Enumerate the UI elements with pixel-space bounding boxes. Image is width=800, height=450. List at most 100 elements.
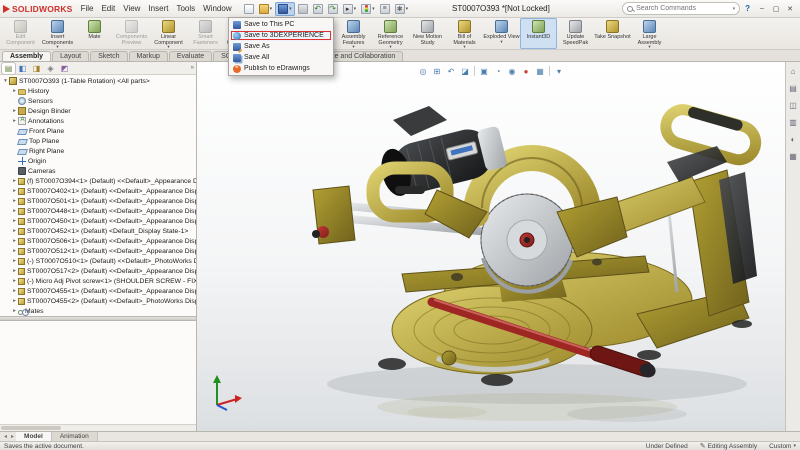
display-style-icon[interactable]: ◔ bbox=[492, 65, 504, 77]
tab-layout[interactable]: Layout bbox=[52, 51, 89, 61]
help-icon[interactable]: ? bbox=[743, 4, 752, 13]
menu-item-save-all[interactable]: Save All bbox=[230, 52, 332, 63]
ribbon-components-preview-window-button[interactable]: Components Preview Window bbox=[113, 18, 150, 49]
ribbon-edit-component-button[interactable]: Edit Component bbox=[2, 18, 39, 49]
tree-item[interactable]: Right Plane bbox=[0, 146, 196, 156]
tree-item[interactable]: ▾ST0007O393 (1-Table Rotation) <All part… bbox=[0, 76, 196, 86]
ribbon-bill-of-materials-button[interactable]: Bill of Materials▾ bbox=[446, 18, 483, 49]
rebuild-button[interactable]: ▾ bbox=[359, 3, 377, 15]
panel-tabs-overflow-icon[interactable]: » bbox=[191, 65, 194, 71]
display-manager-tab[interactable]: ◩ bbox=[58, 63, 71, 74]
appearances-scenes-icon[interactable]: ◐ bbox=[787, 133, 799, 145]
search-dropdown-arrow-icon[interactable]: ▾ bbox=[733, 6, 736, 12]
ribbon-assembly-features-button[interactable]: Assembly Features▾ bbox=[335, 18, 372, 49]
save-button[interactable]: ▾ bbox=[275, 2, 295, 16]
tree-expander-icon[interactable]: ▸ bbox=[11, 218, 18, 224]
tree-item[interactable]: Sensors bbox=[0, 96, 196, 106]
doc-tab-animation[interactable]: Animation bbox=[52, 432, 98, 441]
minimize-button[interactable]: – bbox=[755, 2, 769, 15]
model-miter-saw[interactable] bbox=[197, 62, 785, 431]
menu-tools[interactable]: Tools bbox=[172, 2, 199, 15]
tree-expander-icon[interactable]: ▸ bbox=[11, 238, 18, 244]
file-properties-button[interactable] bbox=[378, 3, 392, 15]
save-dropdown-arrow-icon[interactable]: ▾ bbox=[289, 6, 292, 12]
search-input[interactable] bbox=[636, 5, 732, 12]
view-orientation-icon[interactable]: ▣ bbox=[478, 65, 490, 77]
custom-properties-icon[interactable]: ▦ bbox=[787, 150, 799, 162]
ribbon-take-snapshot-button[interactable]: Take Snapshot bbox=[594, 18, 631, 49]
ribbon-new-motion-study-button[interactable]: New Motion Study bbox=[409, 18, 446, 49]
rebuild-dropdown-arrow-icon[interactable]: ▾ bbox=[372, 6, 375, 12]
print-button[interactable] bbox=[296, 3, 310, 15]
tree-item[interactable]: ▸Annotations bbox=[0, 116, 196, 126]
edit-appearance-icon[interactable]: ● bbox=[520, 65, 532, 77]
hide-show-items-icon[interactable]: ◉ bbox=[506, 65, 518, 77]
ribbon-linear-component-pattern-button[interactable]: Linear Component Pattern▾ bbox=[150, 18, 187, 49]
options-button[interactable]: ▾ bbox=[393, 3, 411, 15]
undo-button[interactable] bbox=[311, 3, 325, 15]
tree-expander-icon[interactable]: ▸ bbox=[11, 278, 18, 284]
tree-expander-icon[interactable]: ▸ bbox=[11, 228, 18, 234]
panel-horizontal-scrollbar[interactable] bbox=[0, 424, 196, 431]
tree-item[interactable]: ▸(-) Micro Adj Pivot screw<1> (SHOULDER … bbox=[0, 276, 196, 286]
menu-item-save-to-this-pc[interactable]: Save to This PC bbox=[230, 19, 332, 30]
command-search[interactable]: ▾ bbox=[622, 2, 740, 15]
tree-item[interactable]: ▸ST0007O506<1> (Default) <<Default>_Appe… bbox=[0, 236, 196, 246]
view-palette-icon[interactable]: ▥ bbox=[787, 116, 799, 128]
menu-window[interactable]: Window bbox=[199, 2, 235, 15]
open-dropdown-arrow-icon[interactable]: ▾ bbox=[270, 6, 273, 12]
solidworks-resources-icon[interactable]: ⌂ bbox=[787, 65, 799, 77]
tab-scroll-right-icon[interactable]: ▸ bbox=[9, 432, 16, 441]
tree-item[interactable]: ▸(f) ST0007O394<1> (Default) <<Default>_… bbox=[0, 176, 196, 186]
menu-insert[interactable]: Insert bbox=[144, 2, 172, 15]
tab-sketch[interactable]: Sketch bbox=[90, 51, 127, 61]
close-button[interactable]: ✕ bbox=[783, 2, 797, 15]
ribbon-large-assembly-settings-button[interactable]: Large Assembly Settings▾ bbox=[631, 18, 668, 49]
tree-item[interactable]: ▸ST0007O402<1> (Default) <<Default>_Appe… bbox=[0, 186, 196, 196]
select-button[interactable]: ▾ bbox=[341, 3, 359, 15]
tab-assembly[interactable]: Assembly bbox=[2, 51, 51, 61]
dimxpert-manager-tab[interactable]: ◈ bbox=[44, 63, 57, 74]
tree-expander-icon[interactable]: ▸ bbox=[11, 308, 18, 314]
design-library-icon[interactable]: ▤ bbox=[787, 82, 799, 94]
zoom-to-fit-icon[interactable]: ◎ bbox=[417, 65, 429, 77]
tree-expander-icon[interactable]: ▸ bbox=[11, 108, 18, 114]
ribbon-instant3d-button[interactable]: Instant3D bbox=[520, 18, 557, 49]
menu-item-save-to-3dexperience[interactable]: Save to 3DEXPERIENCE bbox=[230, 30, 332, 41]
menu-item-save-as[interactable]: Save As bbox=[230, 41, 332, 52]
apply-scene-icon[interactable]: ▦ bbox=[534, 65, 546, 77]
ribbon-exploded-view-button[interactable]: Exploded View▾ bbox=[483, 18, 520, 49]
tree-expander-icon[interactable]: ▸ bbox=[11, 178, 18, 184]
tree-expander-icon[interactable]: ▸ bbox=[11, 88, 18, 94]
options-dropdown-arrow-icon[interactable]: ▾ bbox=[406, 6, 409, 12]
tree-expander-icon[interactable]: ▾ bbox=[2, 78, 9, 84]
tree-item[interactable]: ▸ST0007O517<2> (Default) <<Default>_Appe… bbox=[0, 266, 196, 276]
property-manager-tab[interactable]: ◧ bbox=[16, 63, 29, 74]
zoom-to-area-icon[interactable]: ⊞ bbox=[431, 65, 443, 77]
tree-expander-icon[interactable]: ▸ bbox=[11, 188, 18, 194]
tab-scroll-left-icon[interactable]: ◂ bbox=[2, 432, 9, 441]
open-button[interactable]: ▾ bbox=[257, 3, 275, 15]
tree-item[interactable]: ▸Design Binder bbox=[0, 106, 196, 116]
ribbon-reference-geometry-button[interactable]: Reference Geometry▾ bbox=[372, 18, 409, 49]
tree-item[interactable]: ▸ST0007O512<1> (Default) <<Default>_Appe… bbox=[0, 246, 196, 256]
menu-file[interactable]: File bbox=[77, 2, 98, 15]
tree-item[interactable]: ▸History bbox=[0, 86, 196, 96]
tree-item[interactable]: ▸ST0007O501<1> (Default) <<Default>_Appe… bbox=[0, 196, 196, 206]
select-dropdown-arrow-icon[interactable]: ▾ bbox=[354, 6, 357, 12]
graphics-area[interactable]: ◎⊞↶◪▣◔◉●▦▾ bbox=[197, 62, 785, 431]
tree-item[interactable]: ▸ST0007O455<2> (Default) <<Default>_Phot… bbox=[0, 296, 196, 306]
tree-item[interactable]: Origin bbox=[0, 156, 196, 166]
tree-item[interactable]: ▸ST0007O452<1> (Default) <Default_Displa… bbox=[0, 226, 196, 236]
ribbon-smart-fasteners-button[interactable]: Smart Fasteners bbox=[187, 18, 224, 49]
tree-item[interactable]: Top Plane bbox=[0, 136, 196, 146]
tree-item[interactable]: ▸ST0007O450<1> (Default) <<Default>_Appe… bbox=[0, 216, 196, 226]
tree-expander-icon[interactable]: ▸ bbox=[11, 248, 18, 254]
tree-item[interactable]: ▸ST0007O455<1> (Default) <<Default>_Appe… bbox=[0, 286, 196, 296]
configuration-manager-tab[interactable]: ◨ bbox=[30, 63, 43, 74]
file-explorer-icon[interactable]: ◫ bbox=[787, 99, 799, 111]
tab-evaluate[interactable]: Evaluate bbox=[169, 51, 212, 61]
previous-view-icon[interactable]: ↶ bbox=[445, 65, 457, 77]
view-settings-icon[interactable]: ▾ bbox=[553, 65, 565, 77]
tree-expander-icon[interactable]: ▸ bbox=[11, 258, 18, 264]
